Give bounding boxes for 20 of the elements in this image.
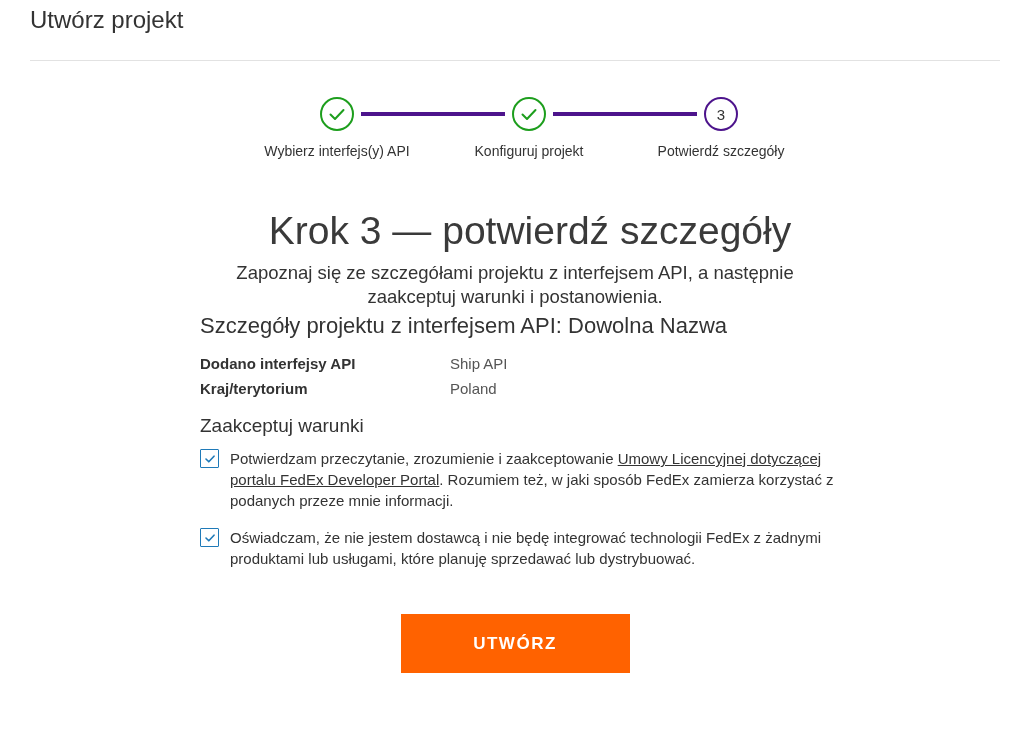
step-heading: Krok 3 — potwierdź szczegóły (268, 208, 792, 254)
step-label: Wybierz interfejs(y) API (264, 142, 410, 160)
detail-label: Kraj/terytorium (200, 379, 309, 399)
checkbox[interactable] (200, 449, 219, 468)
detail-value: Poland (450, 379, 498, 399)
detail-value: Ship API (450, 354, 508, 374)
checkbox[interactable] (200, 528, 219, 547)
step-label: Konfiguruj projekt (474, 142, 584, 160)
terms-text: Oświadczam, że nie jestem dostawcą i nie będę integrować technologii FedEx z żadnymi produktami lub usługami, które planuję sprzedawać lub dystrybuować. (230, 528, 823, 569)
detail-label: Dodano interfejsy API (200, 354, 357, 374)
check-icon (204, 533, 215, 542)
details-title: Szczegóły projektu z interfejsem API: Dowolna Nazwa (200, 312, 728, 340)
check-icon (204, 454, 215, 463)
terms-text: Potwierdzam przeczytanie, zrozumienie i zaakceptowanie Umowy Licencyjnej dotyczącej portalu FedEx Developer Portal. Rozumiem też, w jaki sposób FedEx zamierza korzystać z podanych przeze mnie informacji. (230, 449, 835, 511)
intro-text: Zapoznaj się ze szczegółami projektu z interfejsem API, a następnie zaakceptuj warunki i postanowienia. (235, 261, 795, 309)
license-link[interactable]: Umowy Licencyjnej dotyczącej (617, 450, 822, 467)
step-number: 3 (704, 97, 738, 131)
page-title: Utwórz projekt (30, 6, 184, 34)
step-label: Potwierdź szczegóły (657, 142, 785, 160)
terms-title: Zaakceptuj warunki (200, 414, 365, 438)
